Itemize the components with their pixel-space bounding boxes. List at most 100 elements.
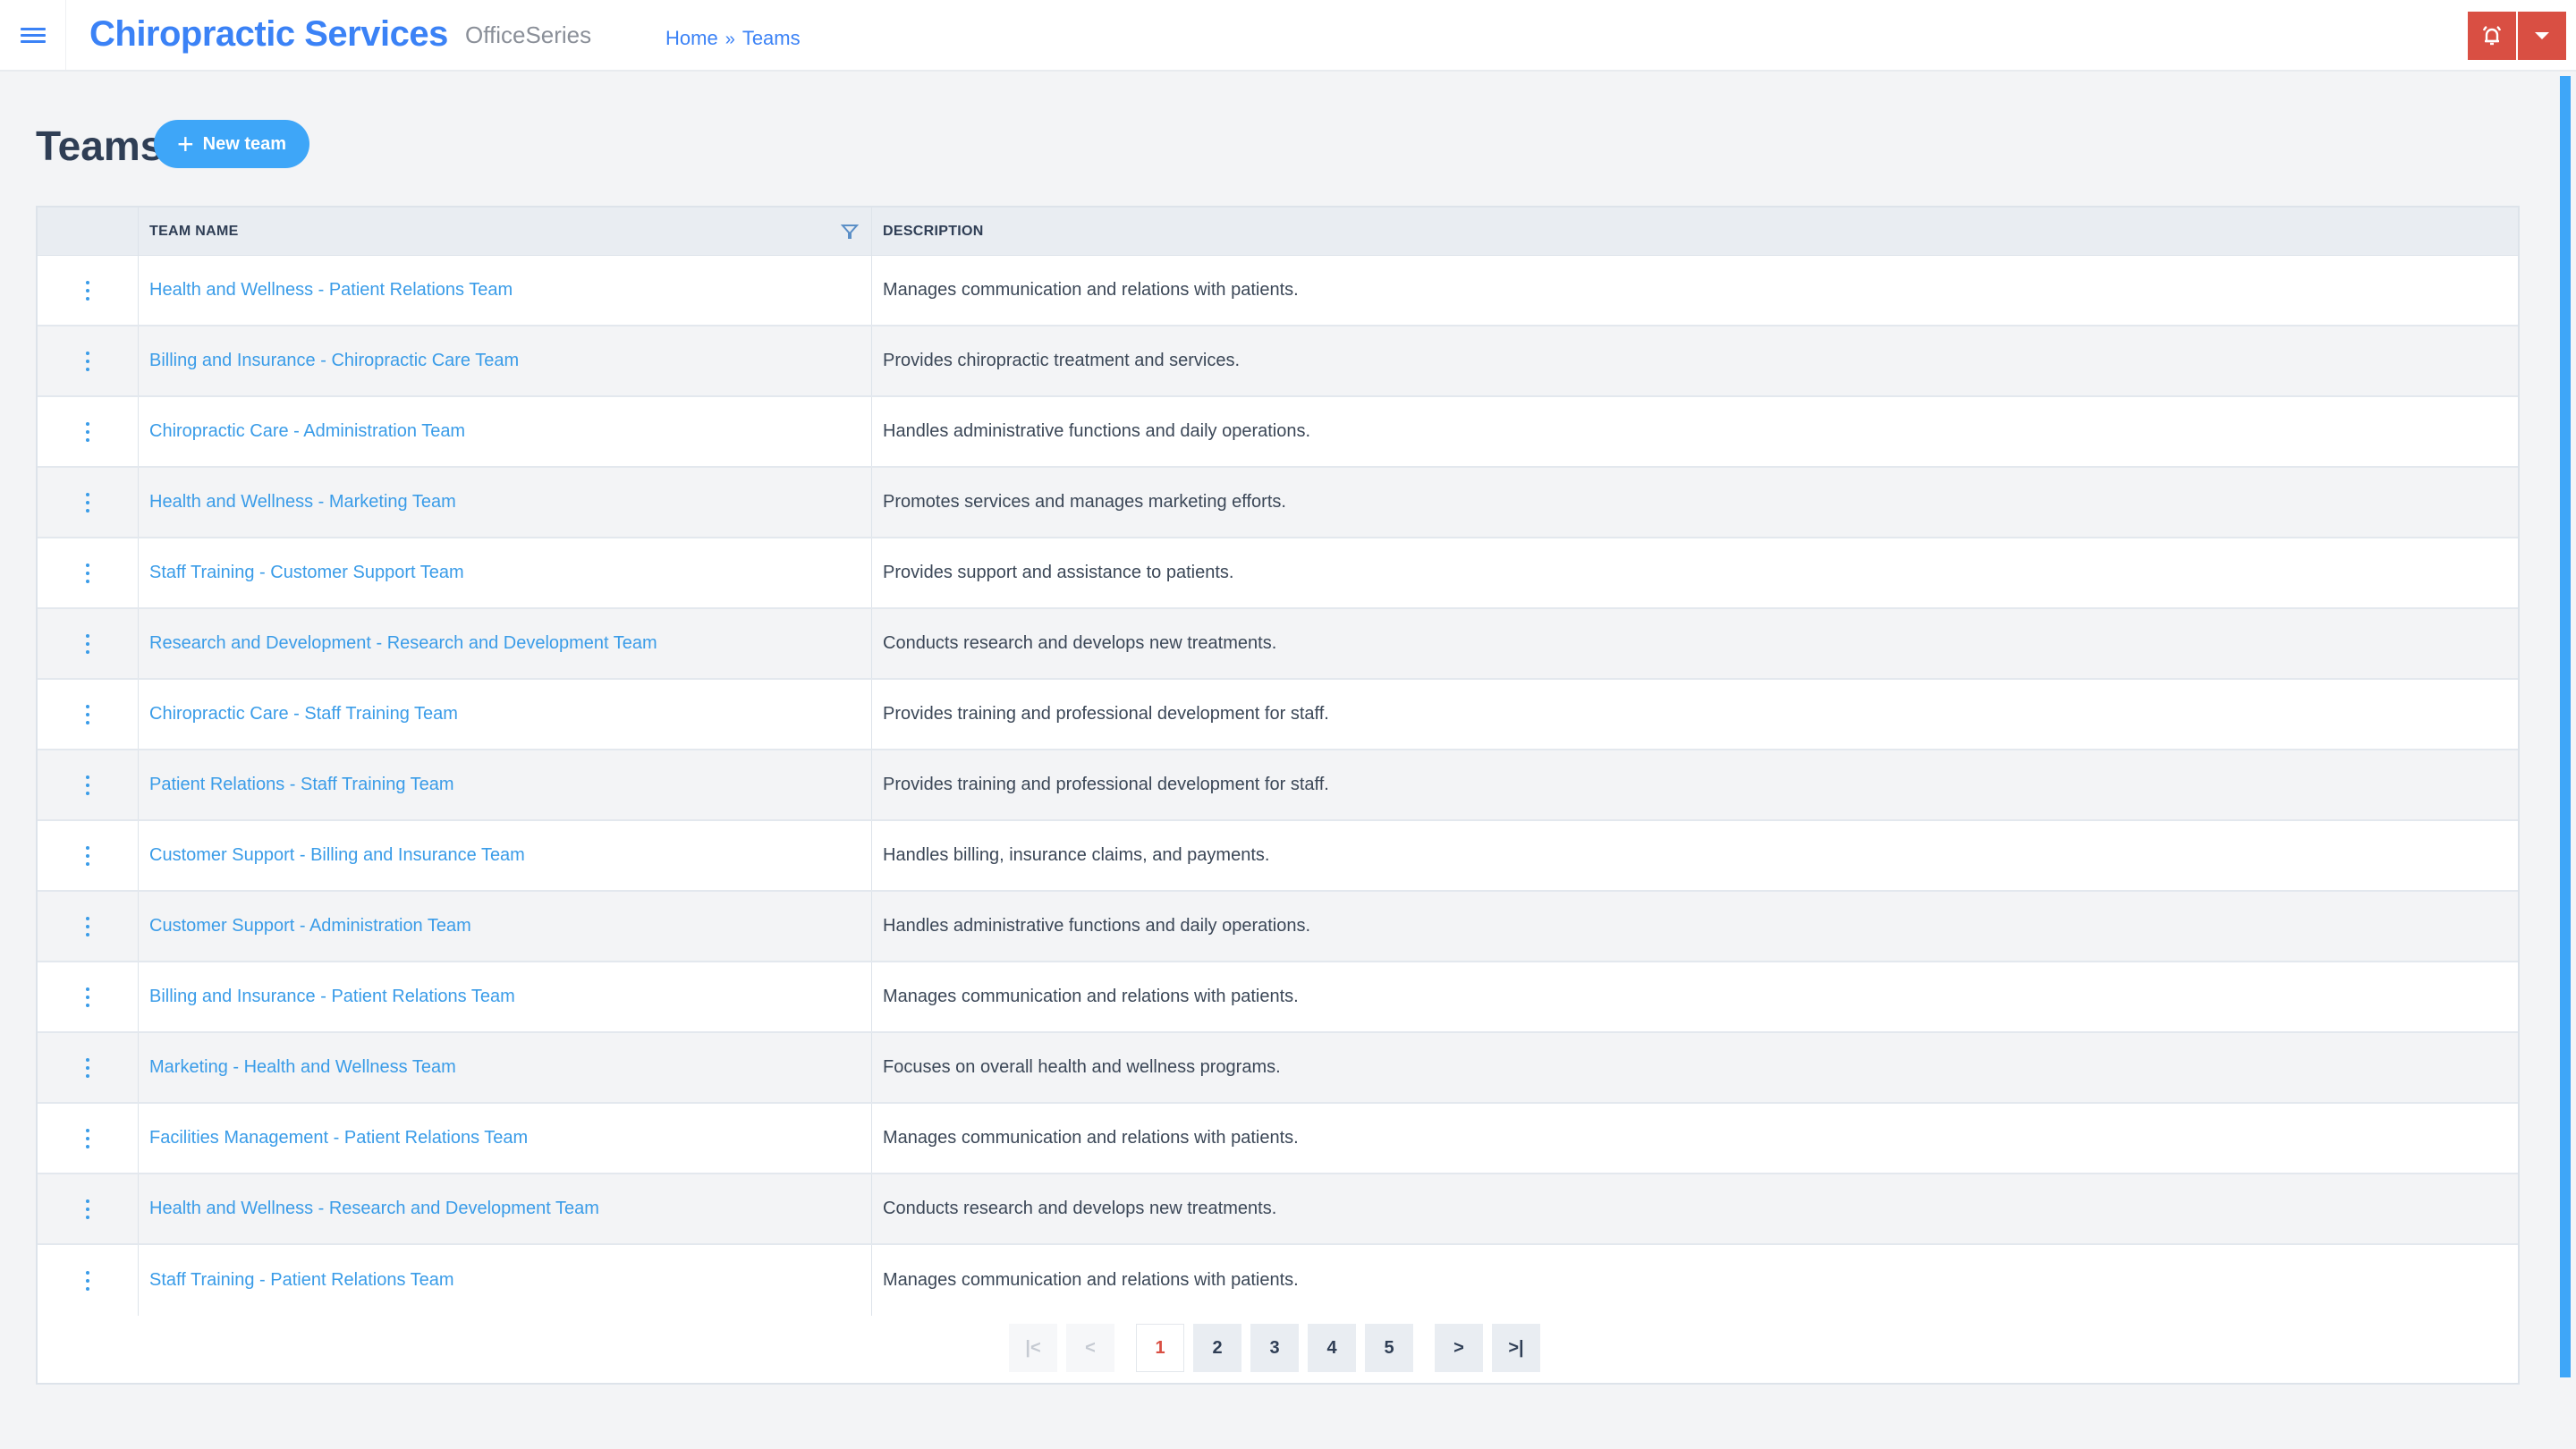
team-name-link[interactable]: Chiropractic Care - Administration Team bbox=[139, 397, 872, 466]
team-description: Promotes services and manages marketing … bbox=[883, 492, 1286, 512]
kebab-menu-icon bbox=[86, 845, 89, 866]
team-name-link[interactable]: Staff Training - Customer Support Team bbox=[139, 538, 872, 607]
team-description: Conducts research and develops new treat… bbox=[883, 633, 1277, 653]
column-actions bbox=[38, 208, 139, 256]
team-name-link[interactable]: Health and Wellness - Marketing Team bbox=[139, 468, 872, 537]
team-description: Manages communication and relations with… bbox=[883, 1128, 1299, 1148]
team-description: Manages communication and relations with… bbox=[883, 280, 1299, 300]
table-row: Customer Support - Billing and Insurance… bbox=[38, 821, 2518, 892]
page-3-button[interactable]: 3 bbox=[1250, 1324, 1299, 1372]
hamburger-icon bbox=[20, 24, 46, 47]
team-name-link[interactable]: Customer Support - Administration Team bbox=[139, 892, 872, 961]
row-actions-button[interactable] bbox=[38, 892, 139, 961]
scrollbar-thumb[interactable] bbox=[2560, 76, 2571, 1377]
plus-icon: + bbox=[176, 128, 194, 160]
user-dropdown-button[interactable] bbox=[2518, 12, 2566, 60]
row-actions-button[interactable] bbox=[38, 1033, 139, 1102]
new-team-button[interactable]: + New team bbox=[154, 120, 309, 168]
page-1-button[interactable]: 1 bbox=[1136, 1324, 1184, 1372]
team-name-link[interactable]: Marketing - Health and Wellness Team bbox=[139, 1033, 872, 1102]
column-description: DESCRIPTION bbox=[883, 224, 984, 239]
row-actions-button[interactable] bbox=[38, 397, 139, 466]
table-row: Chiropractic Care - Administration Team H… bbox=[38, 397, 2518, 468]
row-actions-button[interactable] bbox=[38, 1174, 139, 1243]
kebab-menu-icon bbox=[86, 492, 89, 513]
breadcrumb-home[interactable]: Home bbox=[665, 25, 718, 52]
kebab-menu-icon bbox=[86, 351, 89, 371]
table-row: Customer Support - Administration Team Ha… bbox=[38, 892, 2518, 962]
table-row: Patient Relations - Staff Training Team P… bbox=[38, 750, 2518, 821]
row-actions-button[interactable] bbox=[38, 962, 139, 1031]
kebab-menu-icon bbox=[86, 421, 89, 442]
team-name-link[interactable]: Billing and Insurance - Chiropractic Car… bbox=[139, 326, 872, 395]
row-actions-button[interactable] bbox=[38, 326, 139, 395]
team-description: Manages communication and relations with… bbox=[883, 1270, 1299, 1290]
row-actions-button[interactable] bbox=[38, 256, 139, 325]
team-description: Manages communication and relations with… bbox=[883, 987, 1299, 1006]
team-description: Handles administrative functions and dai… bbox=[883, 916, 1311, 936]
caret-down-icon bbox=[2535, 32, 2549, 39]
top-bar: Chiropractic Services OfficeSeries Home … bbox=[0, 0, 2576, 72]
last-page-button[interactable]: >| bbox=[1492, 1324, 1540, 1372]
table-row: Chiropractic Care - Staff Training Team P… bbox=[38, 680, 2518, 750]
team-name-link[interactable]: Patient Relations - Staff Training Team bbox=[139, 750, 872, 819]
breadcrumb-teams[interactable]: Teams bbox=[742, 25, 801, 52]
team-description: Handles administrative functions and dai… bbox=[883, 421, 1311, 441]
kebab-menu-icon bbox=[86, 1128, 89, 1148]
kebab-menu-icon bbox=[86, 1057, 89, 1078]
team-name-link[interactable]: Billing and Insurance - Patient Relation… bbox=[139, 962, 872, 1031]
team-name-link[interactable]: Facilities Management - Patient Relation… bbox=[139, 1104, 872, 1173]
row-actions-button[interactable] bbox=[38, 821, 139, 890]
row-actions-button[interactable] bbox=[38, 1245, 139, 1316]
teams-table: TEAM NAME DESCRIPTION Health and Wellnes… bbox=[36, 206, 2520, 1385]
table-row: Marketing - Health and Wellness Team Focu… bbox=[38, 1033, 2518, 1104]
team-name-link[interactable]: Health and Wellness - Patient Relations … bbox=[139, 256, 872, 325]
hamburger-menu-button[interactable] bbox=[0, 0, 66, 70]
next-page-button[interactable]: > bbox=[1435, 1324, 1483, 1372]
column-team-name[interactable]: TEAM NAME bbox=[139, 208, 872, 256]
table-row: Health and Wellness - Patient Relations … bbox=[38, 256, 2518, 326]
prev-page-button[interactable]: < bbox=[1066, 1324, 1114, 1372]
app-title[interactable]: Chiropractic Services bbox=[89, 9, 448, 59]
row-actions-button[interactable] bbox=[38, 609, 139, 678]
page-2-button[interactable]: 2 bbox=[1193, 1324, 1241, 1372]
team-name-link[interactable]: Health and Wellness - Research and Devel… bbox=[139, 1174, 872, 1243]
page-5-button[interactable]: 5 bbox=[1365, 1324, 1413, 1372]
team-description: Provides chiropractic treatment and serv… bbox=[883, 351, 1241, 370]
table-row: Health and Wellness - Marketing Team Prom… bbox=[38, 468, 2518, 538]
table-row: Health and Wellness - Research and Devel… bbox=[38, 1174, 2518, 1245]
kebab-menu-icon bbox=[86, 775, 89, 795]
kebab-menu-icon bbox=[86, 633, 89, 654]
kebab-menu-icon bbox=[86, 1270, 89, 1291]
table-header: TEAM NAME DESCRIPTION bbox=[38, 208, 2518, 256]
column-team-name-label: TEAM NAME bbox=[149, 224, 239, 239]
table-row: Facilities Management - Patient Relation… bbox=[38, 1104, 2518, 1174]
new-team-label: New team bbox=[202, 133, 287, 154]
filter-icon[interactable] bbox=[841, 223, 859, 241]
app-subtitle: OfficeSeries bbox=[465, 21, 592, 48]
kebab-menu-icon bbox=[86, 563, 89, 583]
kebab-menu-icon bbox=[86, 280, 89, 301]
team-description: Provides support and assistance to patie… bbox=[883, 563, 1234, 582]
row-actions-button[interactable] bbox=[38, 680, 139, 749]
page-4-button[interactable]: 4 bbox=[1308, 1324, 1356, 1372]
team-description: Provides training and professional devel… bbox=[883, 704, 1329, 724]
notifications-button[interactable] bbox=[2468, 12, 2516, 60]
team-name-link[interactable]: Research and Development - Research and … bbox=[139, 609, 872, 678]
table-row: Staff Training - Customer Support Team Pr… bbox=[38, 538, 2518, 609]
breadcrumb: Home » Teams bbox=[665, 25, 801, 53]
team-name-link[interactable]: Customer Support - Billing and Insurance… bbox=[139, 821, 872, 890]
team-name-link[interactable]: Staff Training - Patient Relations Team bbox=[139, 1245, 872, 1316]
team-description: Handles billing, insurance claims, and p… bbox=[883, 845, 1270, 865]
team-name-link[interactable]: Chiropractic Care - Staff Training Team bbox=[139, 680, 872, 749]
table-body: Health and Wellness - Patient Relations … bbox=[38, 256, 2518, 1316]
first-page-button[interactable]: |< bbox=[1009, 1324, 1057, 1372]
table-row: Billing and Insurance - Patient Relation… bbox=[38, 962, 2518, 1033]
row-actions-button[interactable] bbox=[38, 750, 139, 819]
team-description: Provides training and professional devel… bbox=[883, 775, 1329, 794]
kebab-menu-icon bbox=[86, 987, 89, 1007]
kebab-menu-icon bbox=[86, 704, 89, 724]
row-actions-button[interactable] bbox=[38, 468, 139, 537]
row-actions-button[interactable] bbox=[38, 538, 139, 607]
row-actions-button[interactable] bbox=[38, 1104, 139, 1173]
